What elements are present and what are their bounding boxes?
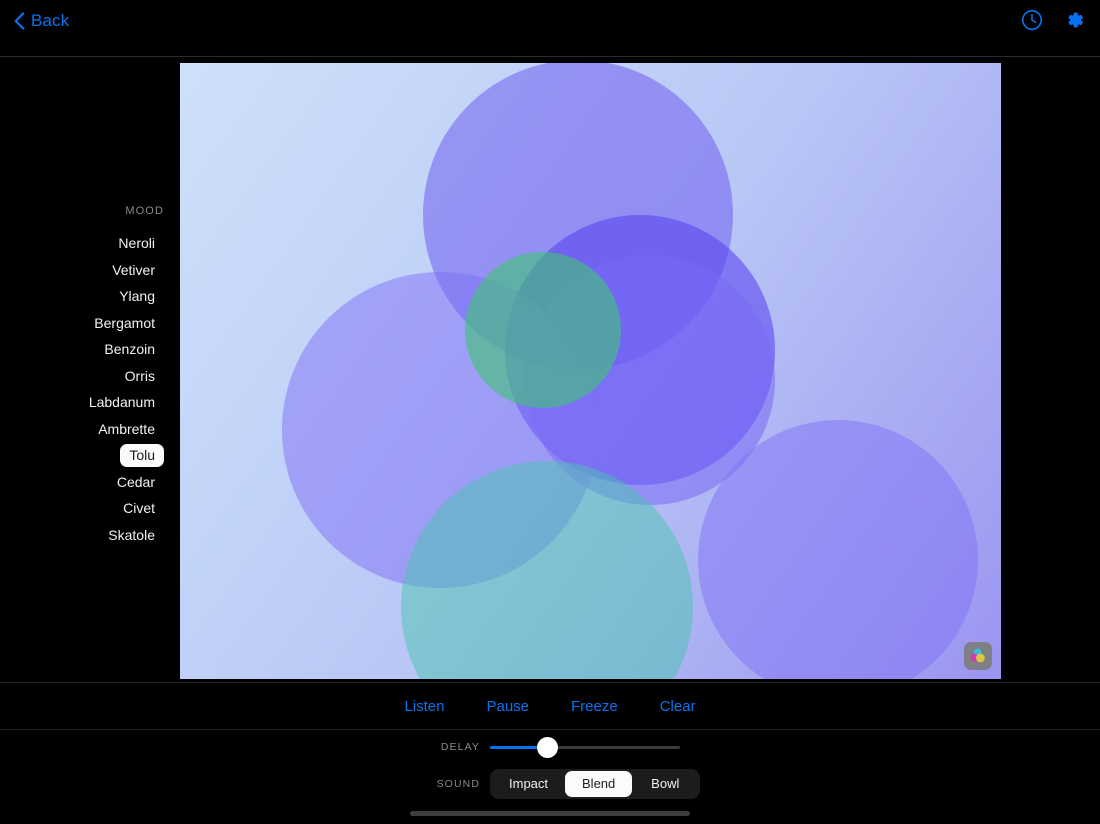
clock-icon[interactable] [1020, 8, 1044, 32]
sidebar-item-label: Civet [123, 500, 155, 516]
sidebar-section-header: MOOD [125, 205, 164, 217]
blob-green-center [465, 252, 621, 408]
sidebar-item-tolu[interactable]: Tolu [0, 442, 180, 469]
sidebar-item-skatole[interactable]: Skatole [0, 522, 180, 549]
sound-segmented-control: Impact Blend Bowl [490, 769, 701, 799]
clear-button[interactable]: Clear [650, 694, 706, 719]
freeze-button[interactable]: Freeze [561, 694, 628, 719]
top-navigation-bar: Back [0, 0, 1100, 57]
sidebar-item-label: Cedar [116, 473, 155, 490]
sound-option-impact[interactable]: Impact [492, 771, 565, 797]
sidebar-item-label: Benzoin [104, 341, 155, 357]
sidebar-item-neroli[interactable]: Neroli [0, 230, 180, 257]
mood-sidebar: MOOD Neroli Vetiver Ylang Bergamot Benzoin Or… [0, 57, 180, 682]
bottom-controls: DELAY SOUND Impact Blend Bowl [0, 730, 1100, 800]
sidebar-item-label: Ambrette [98, 420, 155, 437]
sidebar-item-label: Ylang [119, 288, 155, 304]
sidebar-item-orris[interactable]: Orris [0, 363, 180, 390]
sidebar-item-label: Bergamot [94, 314, 155, 331]
sidebar-item-ambrette[interactable]: Ambrette [0, 416, 180, 443]
sidebar-item-label: Skatole [108, 526, 155, 543]
sidebar-item-cedar[interactable]: Cedar [0, 469, 180, 496]
sidebar-item-vetiver[interactable]: Vetiver [0, 257, 180, 284]
sound-label: SOUND [436, 778, 480, 790]
sidebar-item-bergamot[interactable]: Bergamot [0, 310, 180, 337]
color-palette-button[interactable] [964, 642, 992, 670]
delay-slider[interactable] [490, 737, 680, 758]
sidebar-item-labdanum[interactable]: Labdanum [0, 389, 180, 416]
sidebar-item-label: Labdanum [88, 394, 155, 410]
delay-label: DELAY [440, 741, 480, 753]
delay-slider-knob[interactable] [536, 737, 558, 758]
sidebar-list: Neroli Vetiver Ylang Bergamot Benzoin Orris La… [0, 230, 180, 548]
color-palette-icon [968, 646, 988, 666]
sidebar-item-ylang[interactable]: Ylang [0, 283, 180, 310]
back-label: Back [31, 11, 70, 30]
sidebar-item-label: Neroli [118, 235, 155, 251]
visualizer-canvas[interactable] [180, 63, 1001, 679]
playback-action-bar: Listen Pause Freeze Clear [0, 682, 1100, 730]
gear-icon[interactable] [1062, 8, 1086, 32]
sidebar-item-civet[interactable]: Civet [0, 495, 180, 522]
home-indicator[interactable] [410, 811, 690, 816]
sound-option-blend[interactable]: Blend [565, 771, 633, 797]
pause-button[interactable]: Pause [476, 694, 539, 719]
sound-option-bowl[interactable]: Bowl [632, 771, 698, 797]
navbar-actions [1020, 8, 1086, 32]
sidebar-item-label: Tolu [120, 444, 164, 467]
listen-button[interactable]: Listen [394, 694, 454, 719]
chevron-left-icon [14, 12, 25, 30]
sidebar-item-benzoin[interactable]: Benzoin [0, 336, 180, 363]
sound-control-row: SOUND Impact Blend Bowl [424, 769, 701, 799]
delay-control-row: DELAY [424, 737, 680, 758]
back-button[interactable]: Back [8, 8, 75, 34]
sidebar-item-label: Vetiver [112, 261, 155, 278]
sidebar-item-label: Orris [124, 367, 155, 384]
app-root: Back MOOD Neroli Vetiver Ylang Bergamot Benz… [0, 0, 1100, 824]
